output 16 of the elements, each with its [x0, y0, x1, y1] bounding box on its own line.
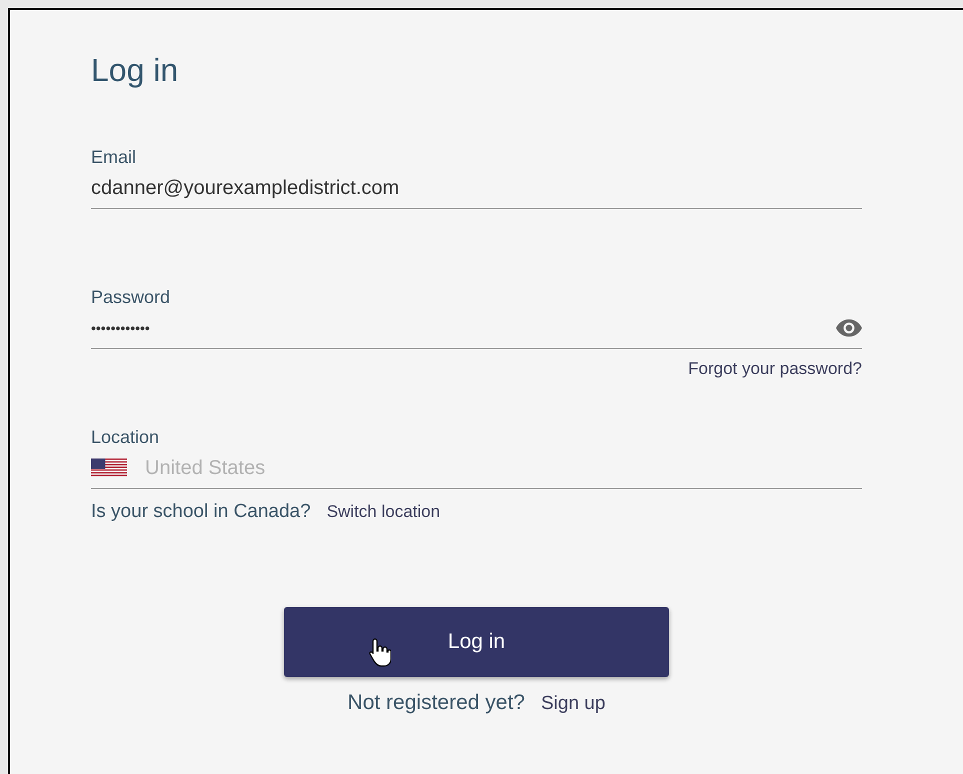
- field-label: Location: [91, 427, 160, 448]
- eye-icon[interactable]: [836, 319, 862, 337]
- sign-up-link[interactable]: Sign up: [540, 693, 606, 715]
- location-field[interactable]: United States: [145, 456, 862, 480]
- login-button[interactable]: Log in: [284, 607, 669, 677]
- flag-icon: [91, 458, 127, 478]
- switch-location-link[interactable]: Switch location: [326, 502, 440, 522]
- password-field[interactable]: ••••••••••••: [91, 320, 818, 336]
- field-label: Email: [91, 147, 136, 168]
- email-field[interactable]: cdanner@yourexampledistrict.com: [91, 176, 862, 200]
- page-title: Log in: [91, 52, 180, 89]
- field-label: Password: [91, 287, 170, 308]
- signup-prompt: Not registered yet?: [348, 691, 525, 715]
- forgot-password-link[interactable]: Forgot your password?: [688, 359, 862, 379]
- hand-cursor-icon: [369, 637, 391, 667]
- location-prompt: Is your school in Canada?: [91, 501, 311, 523]
